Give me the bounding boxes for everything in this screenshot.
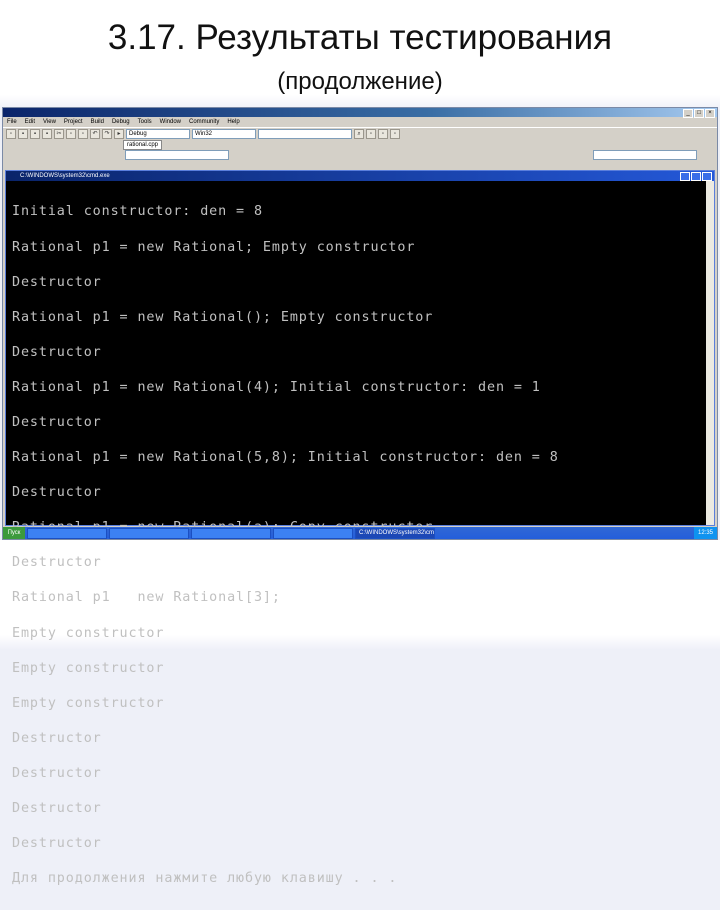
class-combo[interactable] — [125, 150, 229, 160]
undo-icon[interactable]: ↶ — [90, 128, 100, 139]
save-icon[interactable]: ▪ — [30, 128, 40, 139]
menu-build[interactable]: Build — [91, 117, 104, 127]
console-line: Rational p1 new Rational[3]; — [12, 590, 281, 606]
console-line: Rational p1 = new Rational; Empty constr… — [12, 239, 416, 255]
cut-icon[interactable]: ✂ — [54, 128, 64, 139]
console-line: Empty constructor — [12, 660, 165, 676]
menu-view[interactable]: View — [43, 117, 56, 127]
platform-combo[interactable]: Win32 — [192, 128, 256, 139]
console-line: Rational p1 = new Rational(); Empty cons… — [12, 309, 434, 325]
copy-icon[interactable]: ▫ — [66, 128, 76, 139]
console-line: Rational p1 = new Rational(4); Initial c… — [12, 379, 541, 395]
open-icon[interactable]: ▪ — [18, 128, 28, 139]
console-line: Initial constructor: den = 8 — [12, 204, 263, 220]
minimize-icon[interactable]: _ — [683, 109, 693, 118]
slide-subtitle: (продолжение) — [277, 68, 443, 95]
console-title-text: C:\WINDOWS\system32\cmd.exe — [20, 173, 110, 179]
close-icon[interactable] — [702, 172, 712, 181]
properties-icon[interactable]: ▫ — [378, 128, 388, 139]
find-icon[interactable]: ⌕ — [354, 128, 364, 139]
paste-icon[interactable]: ▫ — [78, 128, 88, 139]
menu-debug[interactable]: Debug — [112, 117, 130, 127]
clock: 12:35 — [693, 527, 717, 539]
solution-explorer-icon[interactable]: ▫ — [366, 128, 376, 139]
configuration-combo[interactable]: Debug — [126, 128, 190, 139]
taskbar-item-cmd[interactable]: C:\WINDOWS\system32\cmd.exe — [355, 527, 435, 539]
taskbar: Пуск C:\WINDOWS\system32\cmd.exe 12:35 — [3, 527, 717, 539]
taskbar-item[interactable] — [273, 527, 353, 539]
menu-tools[interactable]: Tools — [138, 117, 152, 127]
console-line: Destructor — [12, 801, 102, 816]
maximize-icon[interactable] — [691, 172, 701, 181]
menu-bar: File Edit View Project Build Debug Tools… — [3, 117, 717, 127]
standard-toolbar: ▫ ▪ ▪ ▪ ✂ ▫ ▫ ↶ ↷ ▸ Debug Win32 ⌕ ▫ ▫ ▫ — [3, 127, 717, 139]
save-all-icon[interactable]: ▪ — [42, 128, 52, 139]
toolbox-icon[interactable]: ▫ — [390, 128, 400, 139]
ide-window: _ □ × File Edit View Project Build Debug… — [2, 107, 718, 885]
console-line: Destructor — [12, 414, 102, 430]
console-line: Destructor — [12, 344, 102, 360]
console-titlebar[interactable]: C:\WINDOWS\system32\cmd.exe — [6, 171, 714, 181]
console-line: Destructor — [12, 836, 102, 852]
ide-titlebar[interactable]: _ □ × — [3, 108, 717, 118]
console-line: Empty constructor — [12, 625, 165, 641]
find-combo[interactable] — [258, 128, 352, 139]
menu-edit[interactable]: Edit — [25, 117, 35, 127]
console-line: Destructor — [12, 555, 102, 571]
console-scrollbar[interactable] — [706, 181, 714, 525]
console-line: Для продолжения нажмите любую клавишу . … — [12, 871, 398, 887]
document-tab-row: rational.cpp — [3, 139, 717, 150]
tab-rational-cpp[interactable]: rational.cpp — [123, 139, 163, 150]
menu-help[interactable]: Help — [227, 117, 239, 127]
console-line: Rational p1 = new Rational(5,8); Initial… — [12, 450, 559, 466]
console-line: Destructor — [12, 274, 102, 290]
menu-file[interactable]: File — [7, 117, 17, 127]
minimize-icon[interactable] — [680, 172, 690, 181]
console-line: Destructor — [12, 730, 102, 746]
console-window: C:\WINDOWS\system32\cmd.exe Initial cons… — [5, 170, 715, 885]
navigation-bar — [3, 150, 717, 160]
menu-project[interactable]: Project — [64, 117, 83, 127]
new-file-icon[interactable]: ▫ — [6, 128, 16, 139]
menu-window[interactable]: Window — [160, 117, 181, 127]
taskbar-item[interactable] — [27, 527, 107, 539]
redo-icon[interactable]: ↷ — [102, 128, 112, 139]
member-combo[interactable] — [593, 150, 697, 160]
close-icon[interactable]: × — [705, 109, 715, 118]
console-output: Initial constructor: den = 8 Rational p1… — [6, 181, 714, 908]
console-line: Destructor — [12, 765, 102, 781]
slide-title: 3.17. Результаты тестирования — [107, 18, 613, 57]
taskbar-item[interactable] — [109, 527, 189, 539]
start-debug-icon[interactable]: ▸ — [114, 128, 124, 139]
console-line: Empty constructor — [12, 695, 165, 711]
taskbar-item[interactable] — [191, 527, 271, 539]
maximize-icon[interactable]: □ — [694, 109, 704, 118]
start-button[interactable]: Пуск — [3, 527, 25, 539]
console-line: Destructor — [12, 485, 102, 501]
menu-community[interactable]: Community — [189, 117, 219, 127]
